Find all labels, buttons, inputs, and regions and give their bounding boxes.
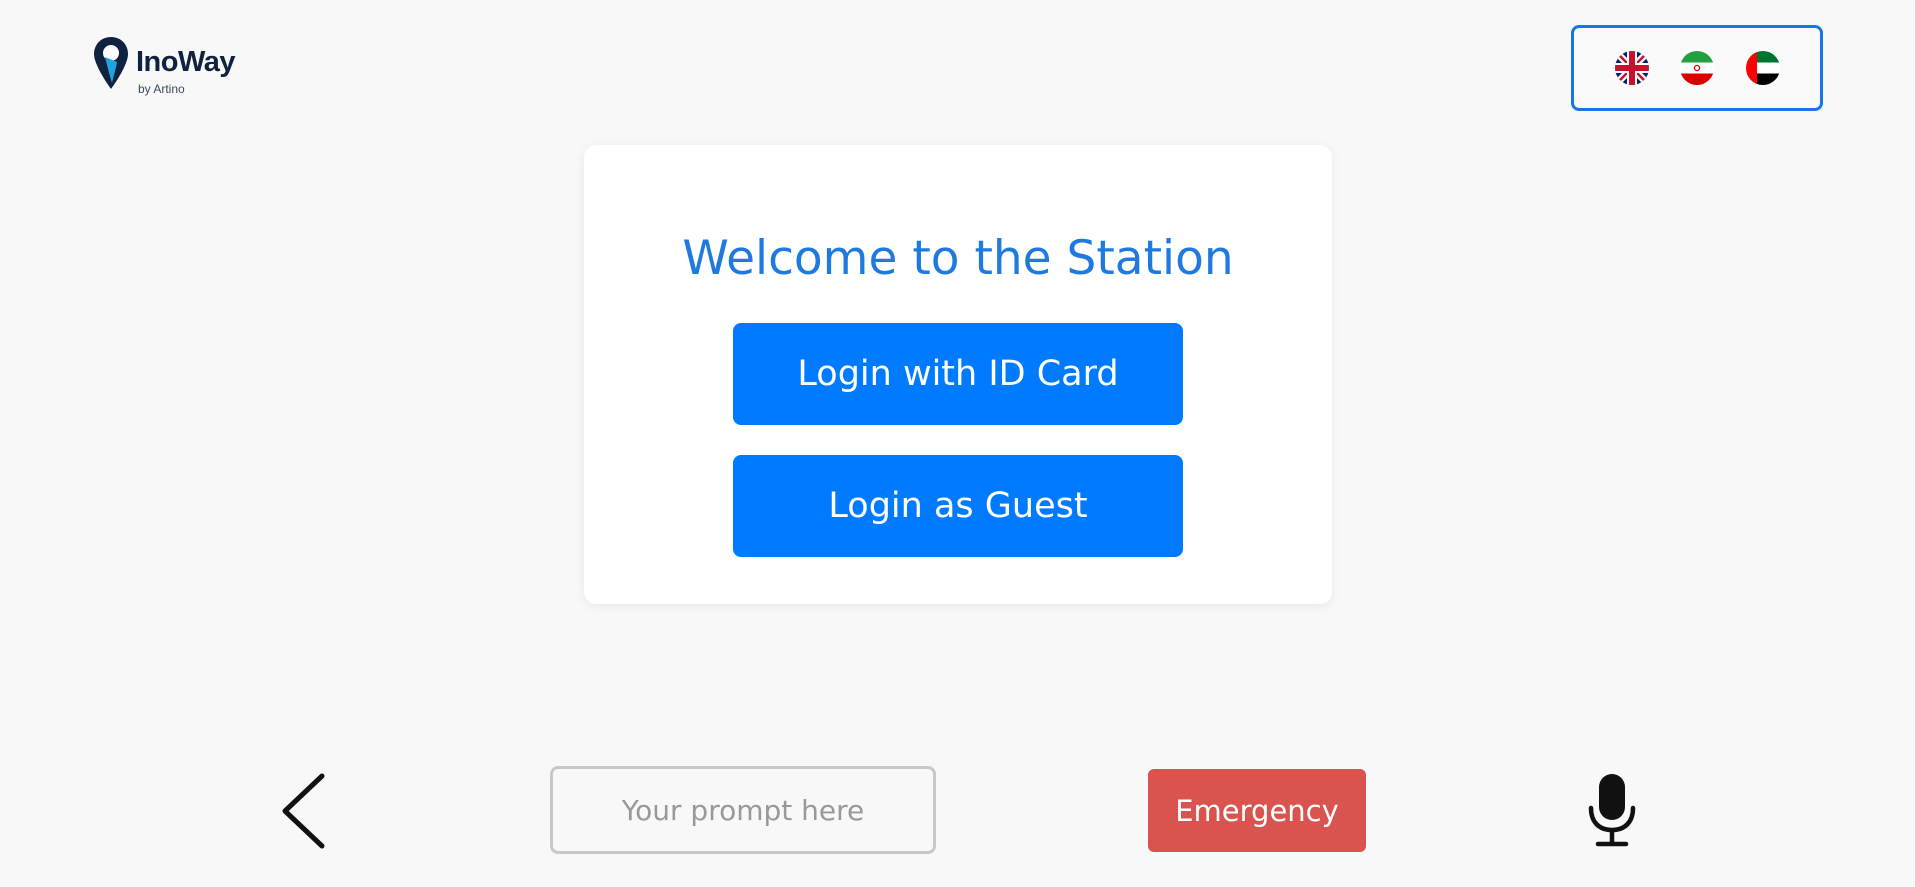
back-button[interactable] <box>280 771 330 851</box>
map-pin-logo-icon <box>94 37 128 89</box>
language-selector <box>1571 25 1823 111</box>
prompt-input[interactable] <box>550 766 936 854</box>
login-card: Welcome to the Station Login with ID Car… <box>584 145 1332 604</box>
microphone-icon <box>1588 774 1636 847</box>
emergency-button[interactable]: Emergency <box>1148 769 1366 852</box>
welcome-title: Welcome to the Station <box>682 231 1234 286</box>
chevron-left-icon <box>282 773 325 849</box>
iran-flag-icon[interactable] <box>1680 51 1714 85</box>
uk-flag-icon[interactable] <box>1615 51 1649 85</box>
login-guest-button[interactable]: Login as Guest <box>733 455 1183 557</box>
brand-subtitle: by Artino <box>138 82 185 96</box>
uae-flag-icon[interactable] <box>1746 51 1780 85</box>
brand-name: InoWay <box>136 46 236 78</box>
login-id-card-button[interactable]: Login with ID Card <box>733 323 1183 425</box>
microphone-button[interactable] <box>1585 772 1639 848</box>
brand-logo: InoWay by Artino <box>92 34 262 98</box>
